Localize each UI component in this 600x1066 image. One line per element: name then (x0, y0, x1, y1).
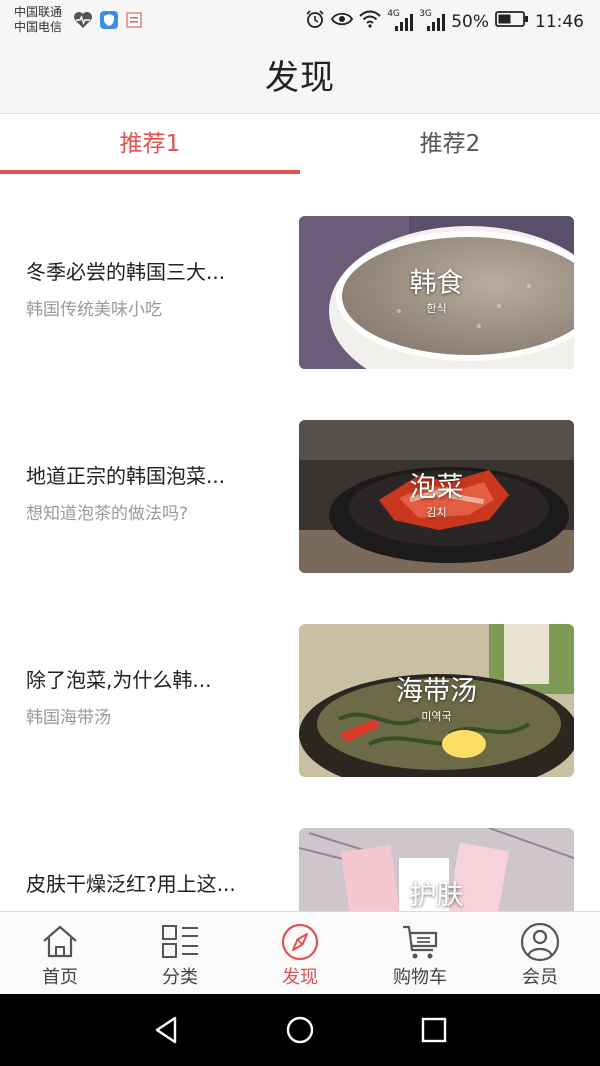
nav-label: 分类 (162, 967, 198, 988)
notification-icons (73, 10, 143, 34)
nav-discover[interactable]: 发现 (240, 912, 360, 995)
nav-label: 购物车 (393, 967, 447, 988)
signal-icon: 4G (387, 8, 414, 32)
image-caption: 韩食 (409, 268, 464, 299)
battery-percent: 50% (451, 11, 489, 32)
network-1-label: 4G (387, 8, 400, 19)
tab-label: 推荐2 (419, 131, 481, 157)
item-title: 除了泡菜,为什么韩... (26, 668, 212, 692)
item-title: 皮肤干燥泛红?用上这... (26, 872, 236, 896)
item-text: 地道正宗的韩国泡菜... 想知道泡茶的做法吗? (26, 462, 288, 526)
page-title: 发现 (265, 58, 335, 98)
back-icon[interactable] (146, 1010, 186, 1050)
nav-label: 首页 (42, 967, 78, 988)
network-2-label: 3G (419, 8, 432, 19)
item-text: 除了泡菜,为什么韩... 韩国海带汤 (26, 666, 288, 730)
item-text: 皮肤干燥泛红?用上这... (26, 870, 288, 898)
recent-apps-icon[interactable] (414, 1010, 454, 1050)
carrier-1: 中国联通 (14, 5, 63, 19)
item-title: 地道正宗的韩国泡菜... (26, 464, 226, 488)
nav-category[interactable]: 分类 (120, 912, 240, 995)
item-title: 冬季必尝的韩国三大... (26, 260, 226, 284)
eye-icon (331, 11, 354, 32)
tab-recommend-1[interactable]: 推荐1 (0, 114, 300, 174)
image-subcaption: 김치 (426, 506, 447, 519)
item-image[interactable]: 海带汤 미역국 (299, 624, 574, 777)
list-item[interactable]: 地道正宗的韩国泡菜... 想知道泡茶的做法吗? 泡菜 김치 (0, 420, 600, 625)
battery-icon (495, 10, 529, 33)
article-feed[interactable]: 冬季必尝的韩国三大... 韩国传统美味小吃 韩食 한식 地道正宗的韩国泡菜...… (0, 174, 600, 911)
cart-icon (400, 922, 440, 962)
shield-app-icon (99, 10, 119, 34)
alarm-icon (305, 9, 325, 34)
bottom-nav: 首页 分类 发现 购物车 会员 (0, 911, 600, 994)
item-image[interactable]: 泡菜 김치 (299, 420, 574, 573)
item-subtitle: 韩国传统美味小吃 (26, 300, 162, 320)
signal-icon-2: 3G (419, 8, 446, 32)
nav-label: 会员 (522, 967, 558, 988)
list-item[interactable]: 冬季必尝的韩国三大... 韩国传统美味小吃 韩食 한식 (0, 216, 600, 421)
compass-icon (280, 922, 320, 962)
nav-label: 发现 (282, 967, 318, 988)
list-item[interactable]: 除了泡菜,为什么韩... 韩国海带汤 海带汤 미역국 (0, 624, 600, 829)
image-caption: 海带汤 (396, 676, 477, 707)
system-status: 4G 3G 50% 11:46 (305, 9, 584, 34)
clock: 11:46 (535, 11, 584, 32)
status-bar: 中国联通 中国电信 4G 3G 50% 11:46 (0, 0, 600, 42)
image-caption: 泡菜 (409, 472, 464, 503)
image-caption: 护肤 (409, 880, 464, 911)
page-header: 发现 (0, 42, 600, 114)
user-icon (520, 922, 560, 962)
home-icon (40, 922, 80, 962)
item-image[interactable]: 护肤 (299, 828, 574, 911)
nav-home[interactable]: 首页 (0, 912, 120, 995)
carrier-info: 中国联通 中国电信 (14, 5, 62, 35)
item-subtitle: 韩国海带汤 (26, 708, 111, 728)
nav-cart[interactable]: 购物车 (360, 912, 480, 995)
list-item[interactable]: 皮肤干燥泛红?用上这... 护肤 (0, 828, 600, 911)
nav-member[interactable]: 会员 (480, 912, 600, 995)
tab-recommend-2[interactable]: 推荐2 (300, 114, 600, 174)
tab-bar: 推荐1 推荐2 (0, 114, 600, 174)
category-grid-icon (160, 922, 200, 962)
item-text: 冬季必尝的韩国三大... 韩国传统美味小吃 (26, 258, 288, 322)
heart-pulse-icon (73, 11, 93, 33)
image-subcaption: 한식 (426, 302, 447, 315)
system-nav-bar (0, 994, 600, 1066)
tab-label: 推荐1 (119, 131, 181, 157)
item-image[interactable]: 韩食 한식 (299, 216, 574, 369)
image-subcaption: 미역국 (421, 710, 452, 723)
home-button-icon[interactable] (280, 1010, 320, 1050)
card-app-icon (125, 11, 143, 33)
wifi-icon (359, 10, 381, 33)
item-subtitle: 想知道泡茶的做法吗? (26, 504, 189, 524)
carrier-2: 中国电信 (14, 20, 63, 34)
